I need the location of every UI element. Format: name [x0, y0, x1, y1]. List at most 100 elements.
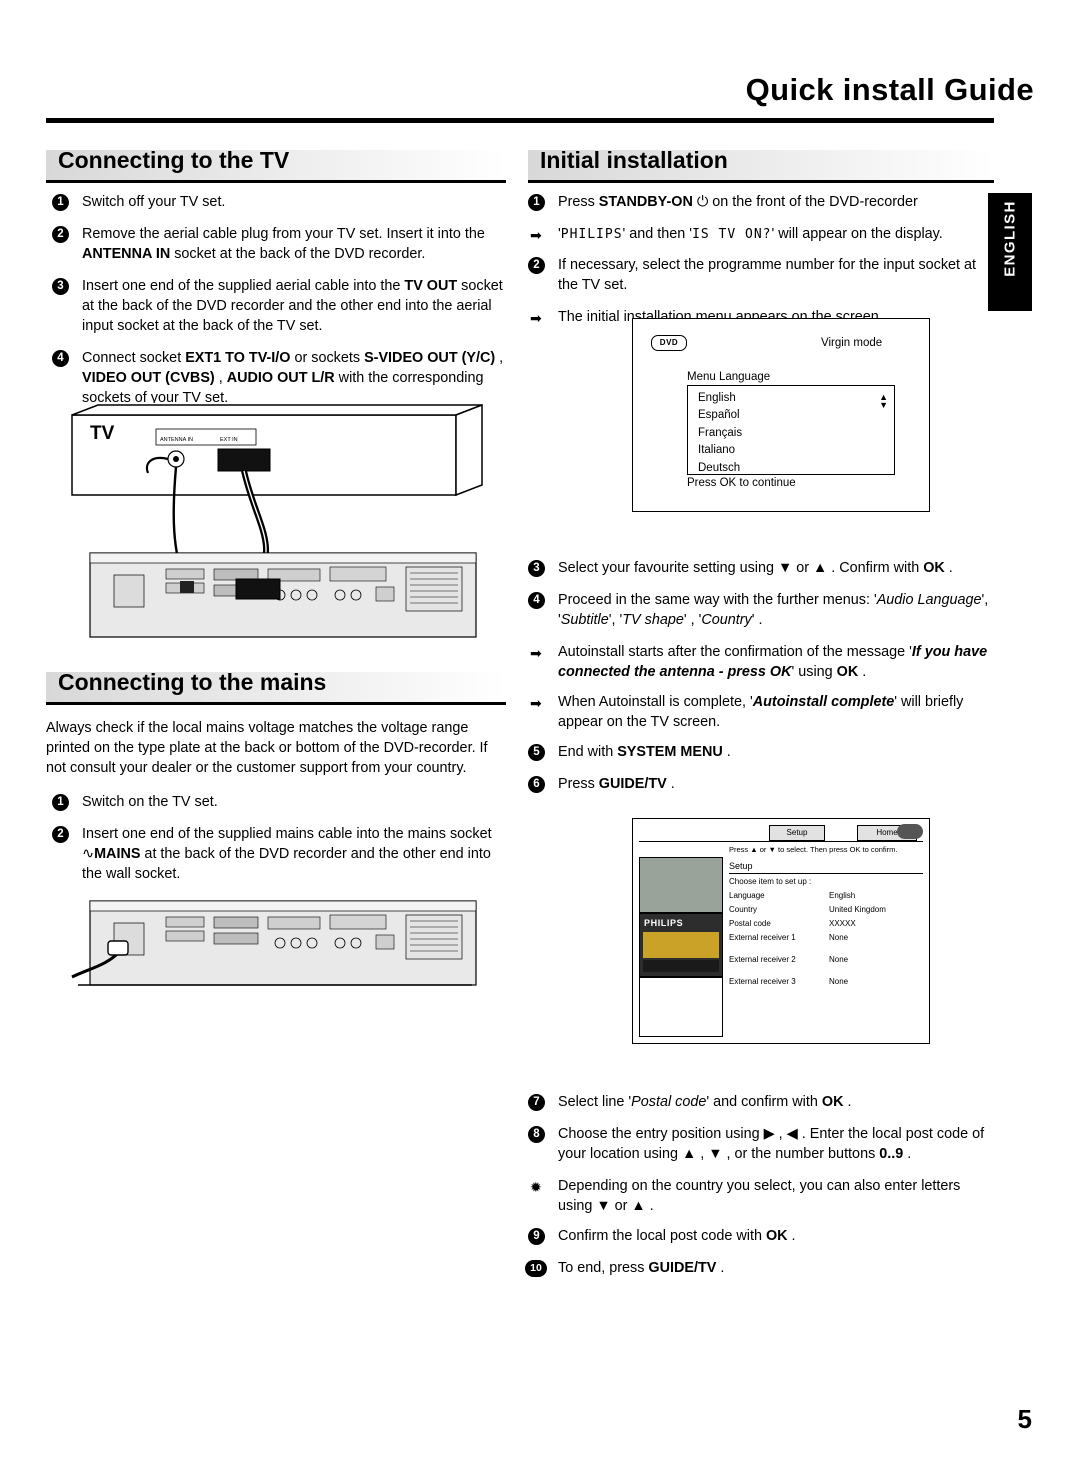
step-number: 2	[528, 257, 545, 274]
osd-setup-row[interactable]: External receiver 3 None	[729, 977, 923, 999]
title-rule	[46, 118, 994, 123]
note-row: ➡ Autoinstall starts after the confirmati…	[528, 642, 994, 682]
osd-setup-row-value: None	[829, 955, 849, 964]
osd-setup-row-label: External receiver 1	[729, 933, 796, 942]
section-heading-connecting-tv-label: Connecting to the TV	[58, 147, 290, 173]
osd-setup-subtitle: Choose item to set up :	[729, 877, 812, 886]
step-number: 7	[528, 1094, 545, 1111]
step-row: 5 End with SYSTEM MENU .	[528, 742, 994, 762]
note-text: 'PHILIPS' and then 'IS TV ON?' will appe…	[558, 226, 943, 242]
step-row: 2 Remove the aerial cable plug from your …	[52, 224, 504, 264]
osd-preview-video	[639, 857, 723, 913]
osd-language-item[interactable]: Deutsch	[698, 460, 742, 477]
osd-setup-row-label: External receiver 2	[729, 955, 796, 964]
step-number: 1	[528, 194, 545, 211]
step-text: Press GUIDE/TV .	[558, 776, 675, 792]
osd-language-item[interactable]: Italiano	[698, 442, 742, 459]
initial-installation-steps-1: 1 Press STANDBY-ON ⏻ on the front of the …	[528, 192, 994, 337]
section-heading-initial-installation: Initial installation	[528, 147, 994, 183]
step-text: Press STANDBY-ON ⏻ on the front of the D…	[558, 194, 918, 210]
step-number: 3	[52, 278, 69, 295]
osd-language-list[interactable]: English Español Français Italiano Deutsch ▲ ▼	[687, 385, 895, 475]
osd-setup-row[interactable]: Language English	[729, 891, 923, 905]
osd-setup-rule	[729, 873, 923, 874]
osd-setup-menu: Setup Home Press ▲ or ▼ to select. Then …	[632, 818, 930, 1044]
tip-text: Depending on the country you select, you…	[558, 1178, 961, 1214]
section-heading-connecting-mains: Connecting to the mains	[46, 669, 506, 705]
tab-setup[interactable]: Setup	[769, 825, 825, 841]
step-text: Select line 'Postal code' and confirm wi…	[558, 1094, 852, 1110]
section-heading-connecting-mains-label: Connecting to the mains	[58, 669, 327, 695]
connecting-mains-steps: 1 Switch on the TV set. 2 Insert one end of…	[52, 792, 504, 896]
arrow-icon: ➡	[530, 227, 542, 243]
step-row: 3 Select your favourite setting using ▼ o…	[528, 558, 994, 578]
step-text: Proceed in the same way with the further…	[558, 592, 989, 628]
osd-setup-rows[interactable]: Language English Country United Kingdom Post…	[729, 891, 923, 999]
step-number: 3	[528, 560, 545, 577]
osd-setup-row[interactable]: Postal code XXXXX	[729, 919, 923, 933]
osd-tab-rule	[639, 841, 923, 842]
home-icon	[897, 824, 923, 839]
figure-tv-connection: TV ANTENNA IN EXT IN	[68, 403, 492, 655]
osd-setup-row-label: Postal code	[729, 919, 771, 928]
osd-setup-row-value: None	[829, 933, 849, 942]
step-number: 10	[525, 1260, 547, 1277]
osd-preview-blank	[639, 977, 723, 1037]
step-row: 1 Switch off your TV set.	[52, 192, 504, 212]
svg-text:ANTENNA IN: ANTENNA IN	[160, 437, 193, 443]
side-tab-label: ENGLISH	[1001, 200, 1019, 277]
step-text: Switch off your TV set.	[82, 194, 226, 210]
step-text: Confirm the local post code with OK .	[558, 1228, 796, 1244]
philips-brand-label: PHILIPS	[644, 918, 684, 928]
step-number: 4	[528, 592, 545, 609]
step-text: End with SYSTEM MENU .	[558, 744, 731, 760]
osd-language-item[interactable]: Español	[698, 407, 742, 424]
step-number: 6	[528, 776, 545, 793]
osd-setup-row[interactable]: Country United Kingdom	[729, 905, 923, 919]
step-row: 8 Choose the entry position using ▶ , ◀ .…	[528, 1124, 994, 1164]
bulb-icon: ✹	[530, 1179, 542, 1195]
osd-setup-row-value: English	[829, 891, 856, 900]
osd-menu-language-label: Menu Language	[687, 371, 771, 383]
step-number: 9	[528, 1228, 545, 1245]
language-side-tab: ENGLISH	[988, 193, 1032, 311]
osd-virgin-mode: DVD Virgin mode Menu Language English Esp…	[632, 318, 930, 512]
arrow-icon: ➡	[530, 695, 542, 711]
osd-setup-hint: Press ▲ or ▼ to select. Then press OK to…	[729, 845, 898, 854]
osd-setup-row[interactable]: External receiver 1 None	[729, 933, 923, 955]
note-text: When Autoinstall is complete, 'Autoinsta…	[558, 694, 964, 730]
osd-language-item[interactable]: English	[698, 390, 742, 407]
page-title: Quick install Guide	[745, 72, 1034, 107]
osd-setup-title: Setup	[729, 861, 753, 871]
step-row: 2 Insert one end of the supplied mains ca…	[52, 824, 504, 884]
step-text: If necessary, select the programme numbe…	[558, 257, 977, 293]
arrow-icon: ➡	[530, 310, 542, 326]
step-number: 4	[52, 350, 69, 367]
scroll-indicator-icon: ▲ ▼	[879, 392, 888, 410]
step-number: 5	[528, 744, 545, 761]
osd-setup-row[interactable]: External receiver 2 None	[729, 955, 923, 977]
step-text: Switch on the TV set.	[82, 794, 218, 810]
svg-text:TV: TV	[90, 423, 115, 444]
step-row: 1 Press STANDBY-ON ⏻ on the front of the …	[528, 192, 994, 212]
mains-intro-text: Always check if the local mains voltage …	[46, 720, 488, 776]
svg-text:EXT IN: EXT IN	[220, 437, 238, 443]
page-number: 5	[1017, 1404, 1032, 1434]
section-heading-connecting-tv: Connecting to the TV	[46, 147, 506, 183]
step-text: Choose the entry position using ▶ , ◀ . …	[558, 1126, 985, 1162]
arrow-icon: ➡	[530, 645, 542, 661]
osd-virgin-mode-label: Virgin mode	[821, 337, 883, 349]
step-row: 1 Switch on the TV set.	[52, 792, 504, 812]
step-row: 10 To end, press GUIDE/TV .	[525, 1258, 994, 1278]
step-number: 1	[52, 794, 69, 811]
step-text: Connect socket EXT1 TO TV-I/O or sockets…	[82, 350, 504, 406]
dvd-logo-icon: DVD	[651, 335, 687, 351]
osd-language-item[interactable]: Français	[698, 425, 742, 442]
step-row: 7 Select line 'Postal code' and confirm w…	[528, 1092, 994, 1112]
note-row: ➡ When Autoinstall is complete, 'Autoinst…	[528, 692, 994, 732]
note-text: Autoinstall starts after the confirmatio…	[558, 644, 988, 680]
connecting-tv-steps: 1 Switch off your TV set. 2 Remove the aeri…	[52, 192, 504, 420]
page: Quick install Guide ENGLISH Connecting t…	[0, 0, 1080, 1473]
osd-setup-row-value: None	[829, 977, 849, 986]
osd-virgin-footer: Press OK to continue	[687, 477, 796, 489]
